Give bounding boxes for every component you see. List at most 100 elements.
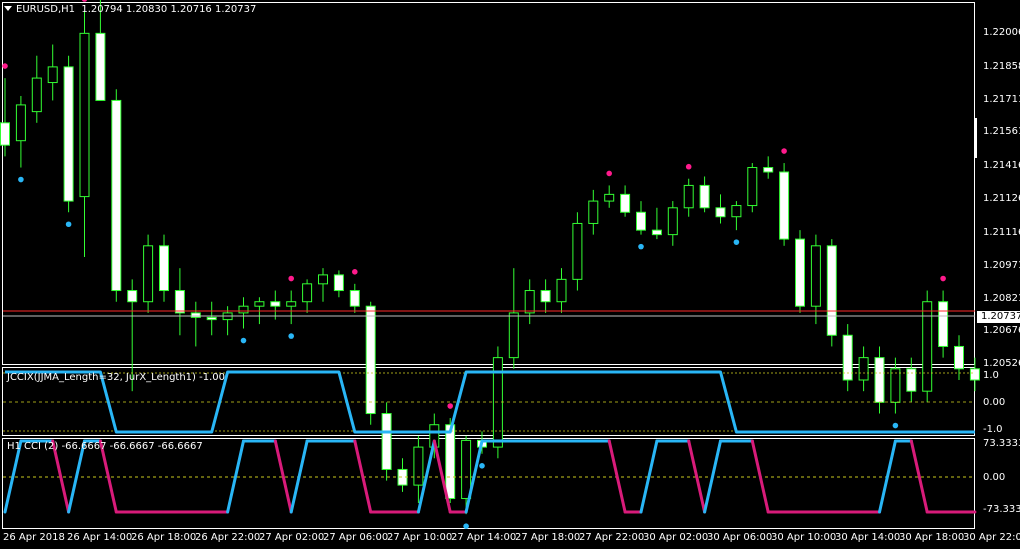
high-marker-dot	[447, 403, 454, 409]
low-marker-dot	[733, 239, 740, 245]
candle-body	[906, 368, 917, 392]
price-tick: 1.21858	[983, 61, 1020, 72]
low-marker-dot	[65, 221, 72, 228]
candle-body	[0, 122, 10, 146]
cci-series-segment	[273, 439, 293, 514]
cci-tick: 73.3333	[983, 438, 1020, 449]
low-marker-dot	[463, 523, 469, 529]
candle-body	[238, 305, 249, 314]
candles-layer	[0, 0, 980, 515]
candle-body	[127, 290, 138, 303]
time-tick: 26 Apr 22:00	[195, 532, 261, 543]
candle-body	[667, 207, 678, 236]
high-marker-dot	[2, 63, 8, 69]
candle-body	[190, 312, 201, 318]
candle-body	[826, 245, 837, 336]
candle-body	[938, 301, 949, 347]
high-marker-dot	[288, 275, 295, 282]
cci-tick: 0.00	[983, 472, 1006, 483]
candle-body	[810, 245, 821, 307]
cci-series-segment	[226, 439, 245, 514]
candle-body	[636, 211, 646, 231]
high-marker-dot	[940, 275, 946, 282]
candle-body	[874, 357, 885, 403]
candle-body	[620, 193, 631, 213]
time-tick: 27 Apr 06:00	[323, 532, 389, 543]
candle-body	[286, 301, 297, 307]
ohlc-quote: 1.20794 1.20830 1.20716 1.20737	[81, 4, 257, 15]
candle-body	[715, 207, 726, 218]
cci-tick: -73.3333	[983, 504, 1020, 515]
candle-body	[763, 167, 774, 173]
candle-body	[540, 290, 551, 303]
time-tick: 26 Apr 2018	[3, 532, 65, 543]
jccix-tick: 1.0	[983, 370, 999, 381]
candle-body	[461, 439, 472, 500]
price-tick: 1.21116	[983, 227, 1020, 238]
candle-body	[365, 305, 376, 415]
time-tick: 27 Apr 22:00	[579, 532, 645, 543]
price-tick: 1.20526	[983, 358, 1020, 369]
candle-body	[270, 301, 281, 307]
time-tick: 26 Apr 18:00	[131, 532, 197, 543]
current-price-label: 1.20737	[977, 311, 1020, 323]
price-tick: 1.21416	[983, 160, 1020, 171]
high-marker-dot	[781, 148, 787, 154]
low-marker-dot	[288, 333, 295, 339]
time-tick: 30 Apr 18:00	[899, 532, 965, 543]
chart-header[interactable]: EURUSD,H1 1.20794 1.20830 1.20716 1.2073…	[4, 4, 256, 16]
candle-body	[969, 368, 980, 381]
cci-label: H1 CCI (2) -66.6667 -66.6667 -66.6667	[7, 441, 203, 452]
cci-series-segment	[687, 439, 707, 514]
time-tick: 30 Apr 06:00	[707, 532, 773, 543]
time-tick: 27 Apr 02:00	[259, 532, 325, 543]
candle-body	[15, 104, 26, 142]
candle-body	[858, 357, 869, 381]
candle-body	[159, 245, 169, 292]
high-marker-dot	[606, 170, 612, 177]
candle-body	[699, 184, 710, 209]
time-tick: 30 Apr 02:00	[643, 532, 709, 543]
candle-body	[572, 222, 583, 280]
candle-body	[206, 316, 217, 321]
price-tick: 1.20676	[983, 325, 1020, 336]
candle-body	[63, 66, 74, 202]
high-marker-dot	[352, 269, 358, 275]
time-tick: 30 Apr 22:00	[963, 532, 1020, 543]
price-tick: 1.20821	[983, 293, 1020, 304]
candle-body	[349, 290, 360, 307]
candle-body	[95, 32, 106, 101]
candle-body	[604, 193, 615, 202]
low-marker-dot	[638, 243, 644, 250]
candle-body	[79, 32, 90, 198]
candle-body	[381, 413, 392, 470]
time-tick: 30 Apr 10:00	[771, 532, 837, 543]
candle-body	[254, 301, 265, 307]
chart-canvas[interactable]	[0, 0, 1020, 549]
jccix-tick: -1.0	[983, 424, 1003, 435]
candle-body	[651, 229, 662, 236]
time-tick: 27 Apr 18:00	[515, 532, 581, 543]
time-tick: 27 Apr 10:00	[387, 532, 453, 543]
candle-body	[174, 290, 185, 314]
candle-body	[922, 301, 933, 392]
candle-body	[143, 245, 154, 303]
time-tick: 30 Apr 14:00	[835, 532, 901, 543]
price-tick: 1.21126	[983, 193, 1020, 204]
price-tick: 1.21711	[983, 94, 1020, 105]
candle-body	[445, 424, 456, 500]
candle-body	[731, 205, 742, 218]
candle-body	[747, 167, 758, 207]
low-marker-dot	[18, 176, 24, 183]
candle-body	[508, 312, 519, 359]
candle-body	[111, 99, 122, 292]
low-marker-dot	[479, 463, 485, 469]
candle-body	[556, 278, 567, 303]
candle-body	[890, 368, 901, 403]
high-marker-dot	[685, 163, 692, 170]
dropdown-triangle-icon[interactable]	[4, 6, 12, 11]
candle-body	[683, 184, 694, 209]
time-tick: 27 Apr 14:00	[451, 532, 517, 543]
low-marker-dot	[892, 422, 899, 429]
jccix-label: JCCIX(JJMA_Length=32, JurX_Length1) -1.0…	[7, 372, 225, 383]
